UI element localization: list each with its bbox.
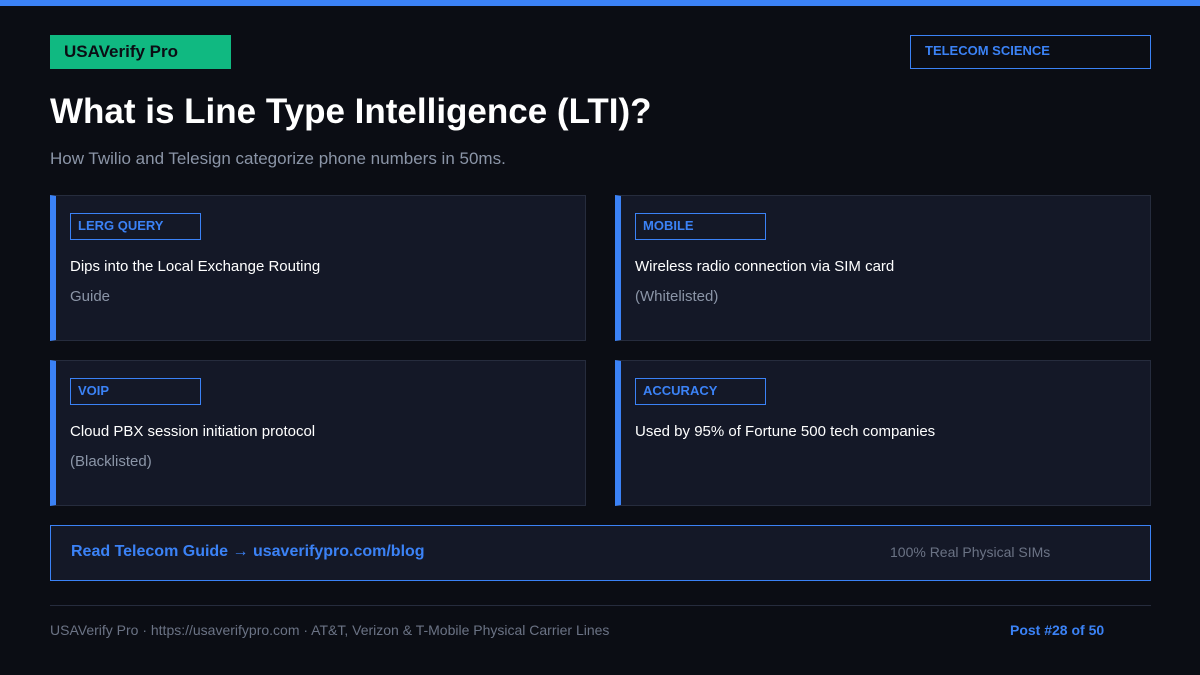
card-voip: VOIP Cloud PBX session initiation protoc… bbox=[50, 360, 586, 506]
card-text: Used by 95% of Fortune 500 tech companie… bbox=[635, 423, 936, 440]
read-guide-link[interactable]: Read Telecom Guide → usaverifypro.com/bl… bbox=[71, 543, 425, 561]
card-text: Wireless radio connection via SIM card bbox=[635, 258, 895, 275]
card-label: MOBILE bbox=[635, 213, 766, 240]
footer-info: USAVerify Pro · https://usaverifypro.com… bbox=[50, 622, 610, 638]
card-text: Cloud PBX session initiation protocol bbox=[70, 423, 316, 440]
post-counter: Post #28 of 50 bbox=[1010, 622, 1105, 638]
brand-name: USAVerify Pro bbox=[64, 42, 179, 61]
page-title: What is Line Type Intelligence (LTI)? bbox=[50, 92, 652, 131]
brand-logo: USAVerify Pro bbox=[50, 35, 231, 69]
card-label: LERG QUERY bbox=[70, 213, 201, 240]
card-lerg-query: LERG QUERY Dips into the Local Exchange … bbox=[50, 195, 586, 341]
cta-banner: Read Telecom Guide → usaverifypro.com/bl… bbox=[50, 525, 1151, 581]
card-text: Dips into the Local Exchange Routing bbox=[70, 258, 321, 275]
top-accent-bar bbox=[0, 0, 1200, 6]
card-accuracy: ACCURACY Used by 95% of Fortune 500 tech… bbox=[615, 360, 1151, 506]
page-subtitle: How Twilio and Telesign categorize phone… bbox=[50, 149, 506, 168]
card-subtext: (Blacklisted) bbox=[70, 453, 152, 470]
cta-note: 100% Real Physical SIMs bbox=[890, 544, 1051, 560]
card-subtext: Guide bbox=[70, 288, 111, 305]
card-label: ACCURACY bbox=[635, 378, 766, 405]
category-tag: TELECOM SCIENCE bbox=[910, 35, 1151, 69]
card-subtext: (Whitelisted) bbox=[635, 288, 719, 305]
card-mobile: MOBILE Wireless radio connection via SIM… bbox=[615, 195, 1151, 341]
card-label: VOIP bbox=[70, 378, 201, 405]
footer-divider bbox=[50, 605, 1151, 606]
cta-link-text: Read Telecom Guide → usaverifypro.com/bl… bbox=[71, 543, 425, 560]
